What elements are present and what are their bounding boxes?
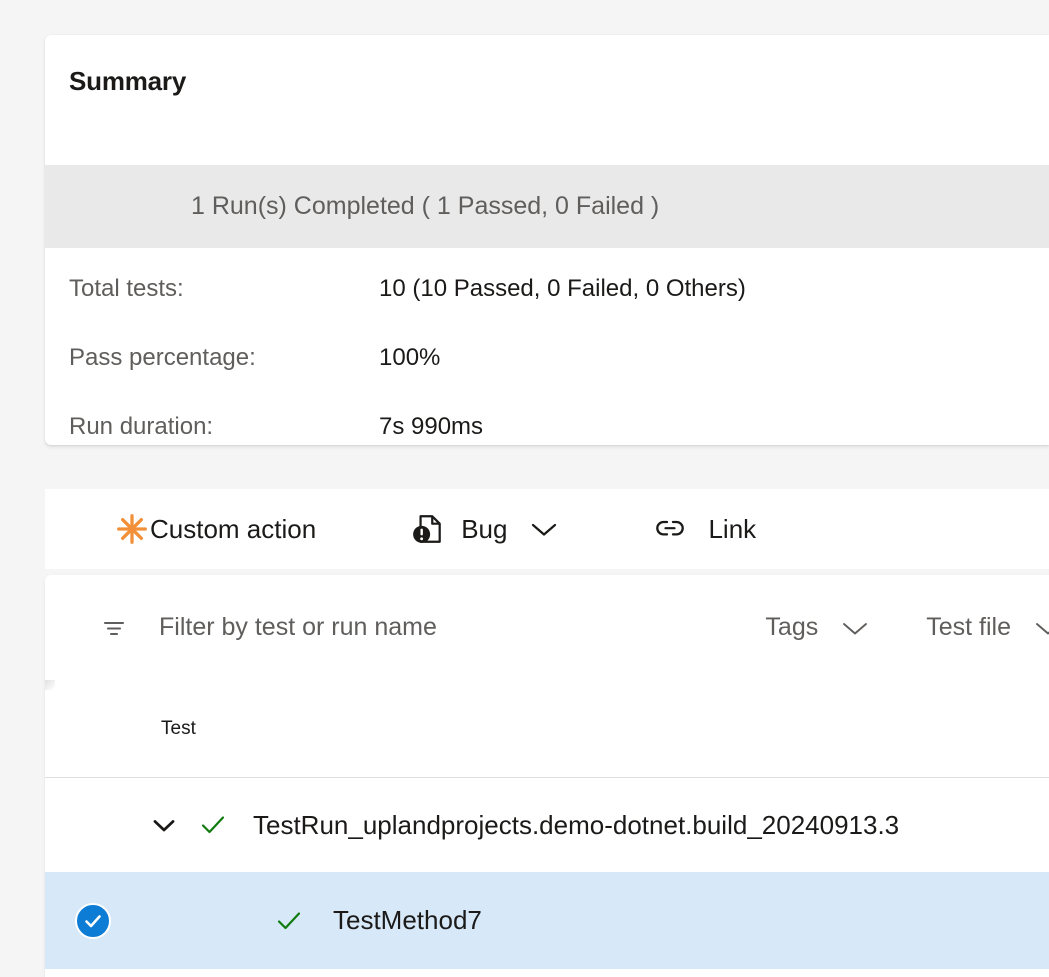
run-status-banner-text: 1 Run(s) Completed ( 1 Passed, 0 Failed … — [191, 192, 659, 221]
total-tests-value: 10 (10 Passed, 0 Failed, 0 Others) — [379, 275, 746, 303]
column-header-test[interactable]: Test — [161, 718, 196, 740]
filter-input[interactable]: Filter by test or run name — [159, 613, 437, 642]
pass-percentage-value: 100% — [379, 344, 440, 372]
bug-button[interactable]: Bug — [411, 489, 559, 569]
chevron-down-icon[interactable] — [529, 519, 559, 539]
sparkle-asterisk-icon — [115, 512, 149, 546]
page-title: Summary — [69, 66, 186, 97]
test-results-card: Filter by test or run name Tags Test fil… — [45, 575, 1049, 977]
run-status-banner: 1 Run(s) Completed ( 1 Passed, 0 Failed … — [45, 165, 1049, 248]
summary-stat-row: Pass percentage: 100% — [69, 344, 1019, 413]
filter-input-group[interactable]: Filter by test or run name — [99, 613, 437, 643]
summary-stats-list: Total tests: 10 (10 Passed, 0 Failed, 0 … — [69, 275, 1019, 445]
link-label: Link — [708, 514, 756, 545]
filter-bar: Filter by test or run name Tags Test fil… — [45, 575, 1049, 680]
link-button[interactable]: Link — [654, 489, 756, 569]
test-run-name: TestRun_uplandprojects.demo-dotnet.build… — [253, 810, 899, 841]
action-toolbar: Custom action Bug Link — [45, 489, 1049, 569]
summary-stat-row: Total tests: 10 (10 Passed, 0 Failed, 0 … — [69, 275, 1019, 344]
checked-circle-icon[interactable] — [75, 903, 111, 939]
check-pass-icon — [187, 810, 239, 840]
summary-stat-row: Run duration: 7s 990ms — [69, 413, 1019, 445]
header-corner-fold — [45, 680, 55, 690]
bug-document-icon — [411, 512, 445, 546]
tags-dropdown[interactable]: Tags — [765, 613, 870, 642]
chain-link-icon — [654, 513, 686, 545]
run-duration-value: 7s 990ms — [379, 413, 483, 441]
total-tests-label: Total tests: — [69, 275, 379, 303]
test-file-dropdown-label: Test file — [926, 613, 1011, 642]
check-pass-icon — [263, 906, 315, 936]
filter-icon[interactable] — [99, 613, 129, 643]
bug-label: Bug — [461, 514, 507, 545]
chevron-down-icon — [840, 618, 870, 638]
test-method-name: TestMethod7 — [333, 905, 482, 936]
filter-dropdown-group: Tags Test file — [709, 613, 1049, 642]
pass-percentage-label: Pass percentage: — [69, 344, 379, 372]
tags-dropdown-label: Tags — [765, 613, 818, 642]
row-checkbox[interactable] — [45, 903, 141, 939]
table-row[interactable]: TestRun_uplandprojects.demo-dotnet.build… — [45, 778, 1049, 872]
chevron-down-icon — [1033, 618, 1049, 638]
custom-action-button[interactable]: Custom action — [115, 489, 316, 569]
test-file-dropdown[interactable]: Test file — [926, 613, 1049, 642]
expand-collapse-chevron-icon[interactable] — [141, 815, 187, 835]
run-duration-label: Run duration: — [69, 413, 379, 441]
results-table-header: Test — [45, 680, 1049, 778]
table-row[interactable]: TestMethod7 — [45, 872, 1049, 969]
custom-action-label: Custom action — [150, 514, 316, 545]
summary-card: Summary 1 Run(s) Completed ( 1 Passed, 0… — [45, 35, 1049, 445]
